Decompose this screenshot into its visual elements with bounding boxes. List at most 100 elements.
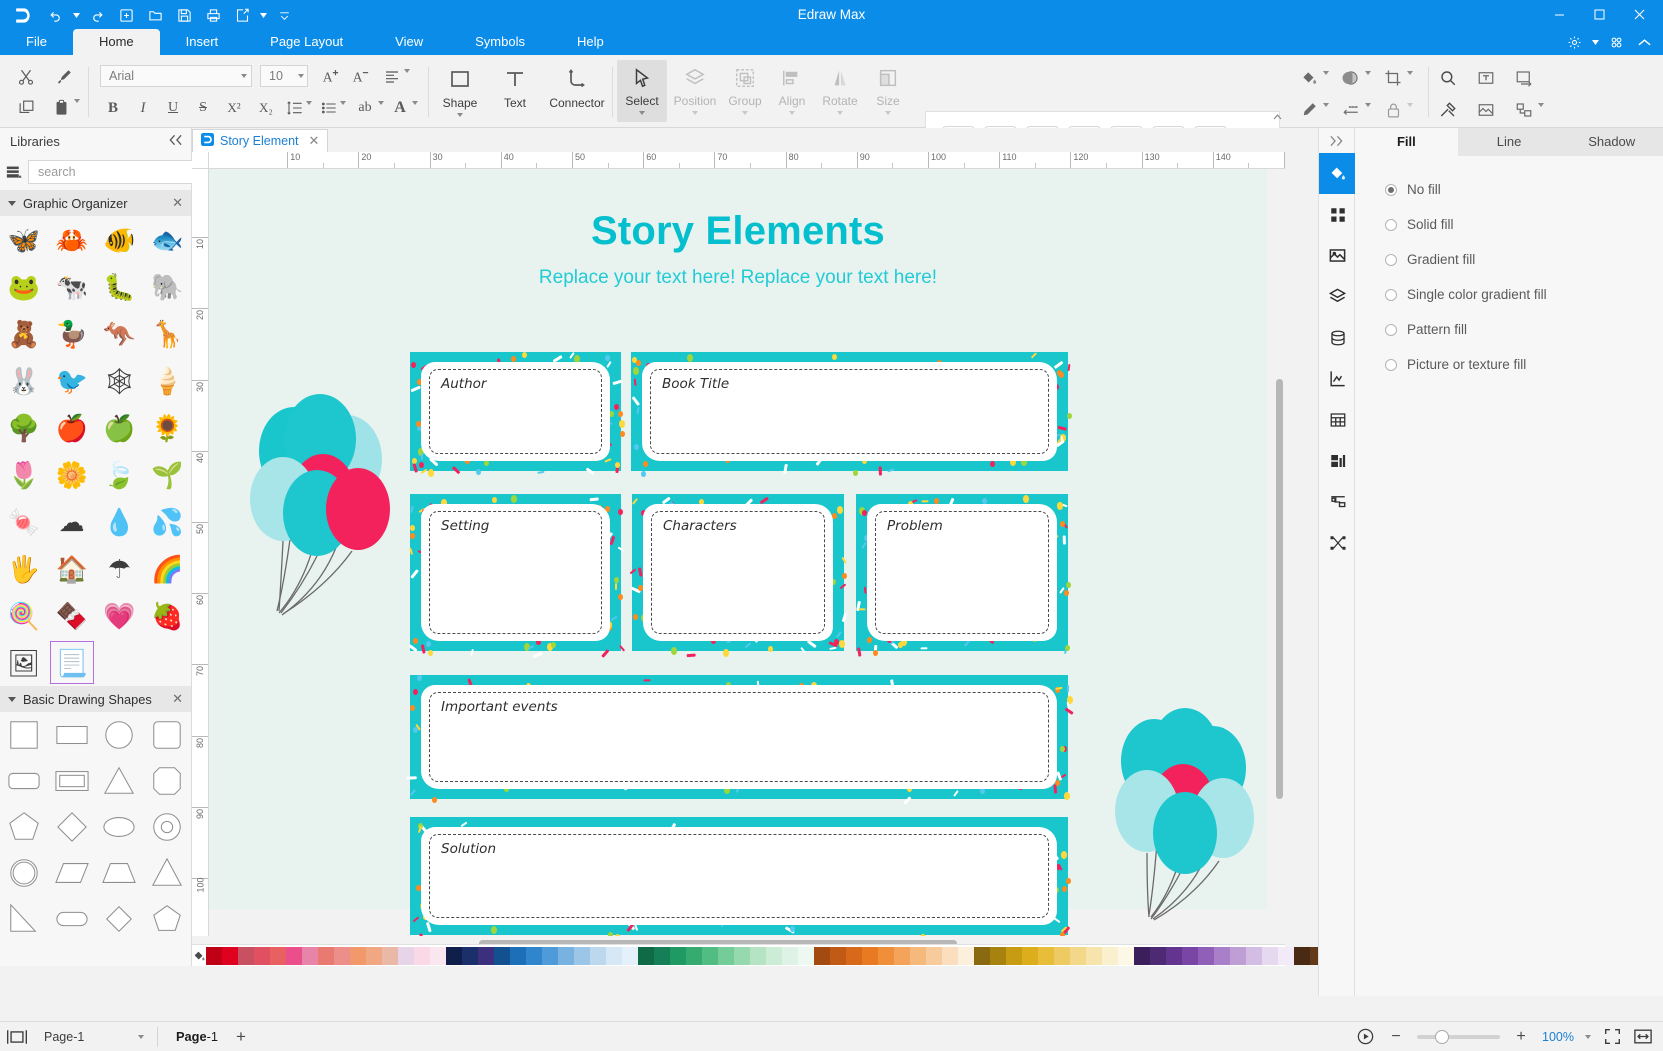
shape-format-icon[interactable] xyxy=(1510,97,1538,123)
library-shape-fish[interactable]: 🐟 xyxy=(143,216,191,263)
rail-data-tool[interactable] xyxy=(1319,317,1356,358)
search-magnifier-icon[interactable] xyxy=(1434,65,1462,91)
color-swatch[interactable] xyxy=(1166,946,1182,965)
vertical-scroll-thumb[interactable] xyxy=(1276,379,1283,799)
color-swatch[interactable] xyxy=(734,946,750,965)
color-swatch[interactable] xyxy=(1070,946,1086,965)
library-shape-rounded-square[interactable] xyxy=(143,712,191,758)
replace-shape-icon[interactable] xyxy=(1510,65,1538,91)
line-style-caret-icon[interactable] xyxy=(1365,103,1371,122)
rail-chart-tool[interactable] xyxy=(1319,358,1356,399)
story-box-setting[interactable]: Setting xyxy=(409,494,626,659)
zoom-value[interactable]: 100% xyxy=(1542,1030,1574,1044)
color-swatch[interactable] xyxy=(542,946,558,965)
close-button[interactable] xyxy=(1619,0,1659,29)
fit-width-icon[interactable] xyxy=(1633,1027,1653,1047)
font-color-button[interactable]: A xyxy=(388,95,412,121)
shadow-caret-icon[interactable] xyxy=(1365,71,1371,90)
story-box-label[interactable]: Author xyxy=(441,376,486,392)
color-swatch[interactable] xyxy=(814,946,830,965)
search-input-wrapper[interactable] xyxy=(28,160,219,184)
color-swatch[interactable] xyxy=(1102,946,1118,965)
pen-brush-icon[interactable] xyxy=(1296,97,1322,123)
library-shape-ice-cream[interactable]: 🍦 xyxy=(143,357,191,404)
library-shape-trapezoid[interactable] xyxy=(96,850,144,896)
library-shape-diamond[interactable] xyxy=(48,804,96,850)
bullet-caret-icon[interactable] xyxy=(340,101,346,120)
library-shape-tall-triangle[interactable] xyxy=(143,850,191,896)
story-box-label[interactable]: Problem xyxy=(887,518,943,534)
font-color-caret-icon[interactable] xyxy=(412,101,418,120)
color-swatch[interactable] xyxy=(942,946,958,965)
settings-caret-icon[interactable] xyxy=(1589,31,1601,53)
cut-icon[interactable] xyxy=(10,64,42,90)
style-scroll-up-icon[interactable] xyxy=(1273,113,1282,122)
paint-bucket-icon[interactable] xyxy=(1296,65,1322,91)
color-swatch[interactable] xyxy=(1054,946,1070,965)
page-canvas[interactable]: Story Elements Replace your text here! R… xyxy=(209,169,1267,936)
tab-view[interactable]: View xyxy=(369,29,449,55)
decrease-font-icon[interactable]: A xyxy=(348,63,374,89)
story-box-label[interactable]: Important events xyxy=(441,699,558,715)
color-swatch[interactable] xyxy=(926,946,942,965)
library-shape-ellipse[interactable] xyxy=(96,804,144,850)
close-icon[interactable]: ✕ xyxy=(172,691,183,707)
color-swatch[interactable] xyxy=(622,946,638,965)
rail-fill-tool[interactable] xyxy=(1319,153,1356,194)
canvas[interactable]: Story Elements Replace your text here! R… xyxy=(209,169,1273,936)
library-shape-teddy-bear[interactable]: 🧸 xyxy=(0,310,48,357)
fill-option-gradient-fill[interactable]: Gradient fill xyxy=(1385,242,1663,277)
bullet-list-icon[interactable] xyxy=(318,95,340,121)
color-swatch[interactable] xyxy=(1278,946,1294,965)
clipboard-icon[interactable] xyxy=(48,94,74,120)
tools-hammer-icon[interactable] xyxy=(1434,97,1462,123)
italic-button[interactable]: I xyxy=(130,95,156,121)
library-shape-clownfish[interactable]: 🐠 xyxy=(96,216,144,263)
library-shape-kangaroo[interactable]: 🦘 xyxy=(96,310,144,357)
library-shape-cloud[interactable]: ☁ xyxy=(48,498,96,545)
library-shape-sunflower-face[interactable]: 🌻 xyxy=(143,404,191,451)
lock-icon[interactable] xyxy=(1380,97,1406,123)
library-shape-rounded-rectangle[interactable] xyxy=(0,758,48,804)
library-shape-apple[interactable]: 🍎 xyxy=(48,404,96,451)
color-swatch[interactable] xyxy=(366,946,382,965)
story-box-label[interactable]: Solution xyxy=(441,841,496,857)
rail-infographic-tool[interactable] xyxy=(1319,440,1356,481)
color-swatch[interactable] xyxy=(206,946,222,965)
close-icon[interactable]: ✕ xyxy=(172,195,183,211)
color-swatch[interactable] xyxy=(462,946,478,965)
color-swatch[interactable] xyxy=(1214,946,1230,965)
format-painter-icon[interactable] xyxy=(48,64,80,90)
font-family-select[interactable]: Arial xyxy=(100,65,252,87)
text-case-caret-icon[interactable] xyxy=(378,101,384,120)
search-input[interactable] xyxy=(38,165,199,179)
story-box-book-title[interactable]: Book Title xyxy=(631,352,1072,478)
library-shape-donut[interactable] xyxy=(143,804,191,850)
add-page-button[interactable]: + xyxy=(228,1022,254,1051)
library-shape-bird[interactable]: 🐦 xyxy=(48,357,96,404)
tab-symbols[interactable]: Symbols xyxy=(449,29,551,55)
color-swatch[interactable] xyxy=(430,946,446,965)
zoom-caret-icon[interactable] xyxy=(1585,1034,1591,1039)
page-selector[interactable]: Page-1 xyxy=(34,1026,149,1048)
color-swatch[interactable] xyxy=(1022,946,1038,965)
color-swatch[interactable] xyxy=(1150,946,1166,965)
color-swatch[interactable] xyxy=(1118,946,1134,965)
library-shape-cow[interactable]: 🐄 xyxy=(48,263,96,310)
page-tab-page-1[interactable]: Page-1 xyxy=(166,1029,228,1044)
library-shape-house[interactable]: 🏠 xyxy=(48,545,96,592)
story-box-label[interactable]: Book Title xyxy=(662,376,729,392)
text-box-icon[interactable] xyxy=(1472,65,1500,91)
color-swatch[interactable] xyxy=(1294,946,1310,965)
crop-caret-icon[interactable] xyxy=(1407,71,1413,90)
text-tool-button[interactable]: Text xyxy=(487,60,543,122)
diagram-subtitle[interactable]: Replace your text here! Replace your tex… xyxy=(209,267,1267,289)
color-swatch[interactable] xyxy=(846,946,862,965)
color-swatch[interactable] xyxy=(830,946,846,965)
fill-option-pattern-fill[interactable]: Pattern fill xyxy=(1385,312,1663,347)
library-shape-stadium[interactable] xyxy=(48,896,96,942)
story-box-solution[interactable]: Solution xyxy=(410,817,1071,936)
export-caret-icon[interactable] xyxy=(258,3,268,27)
library-shape-plant[interactable]: 🌱 xyxy=(143,451,191,498)
font-size-select[interactable]: 10 xyxy=(260,65,308,87)
